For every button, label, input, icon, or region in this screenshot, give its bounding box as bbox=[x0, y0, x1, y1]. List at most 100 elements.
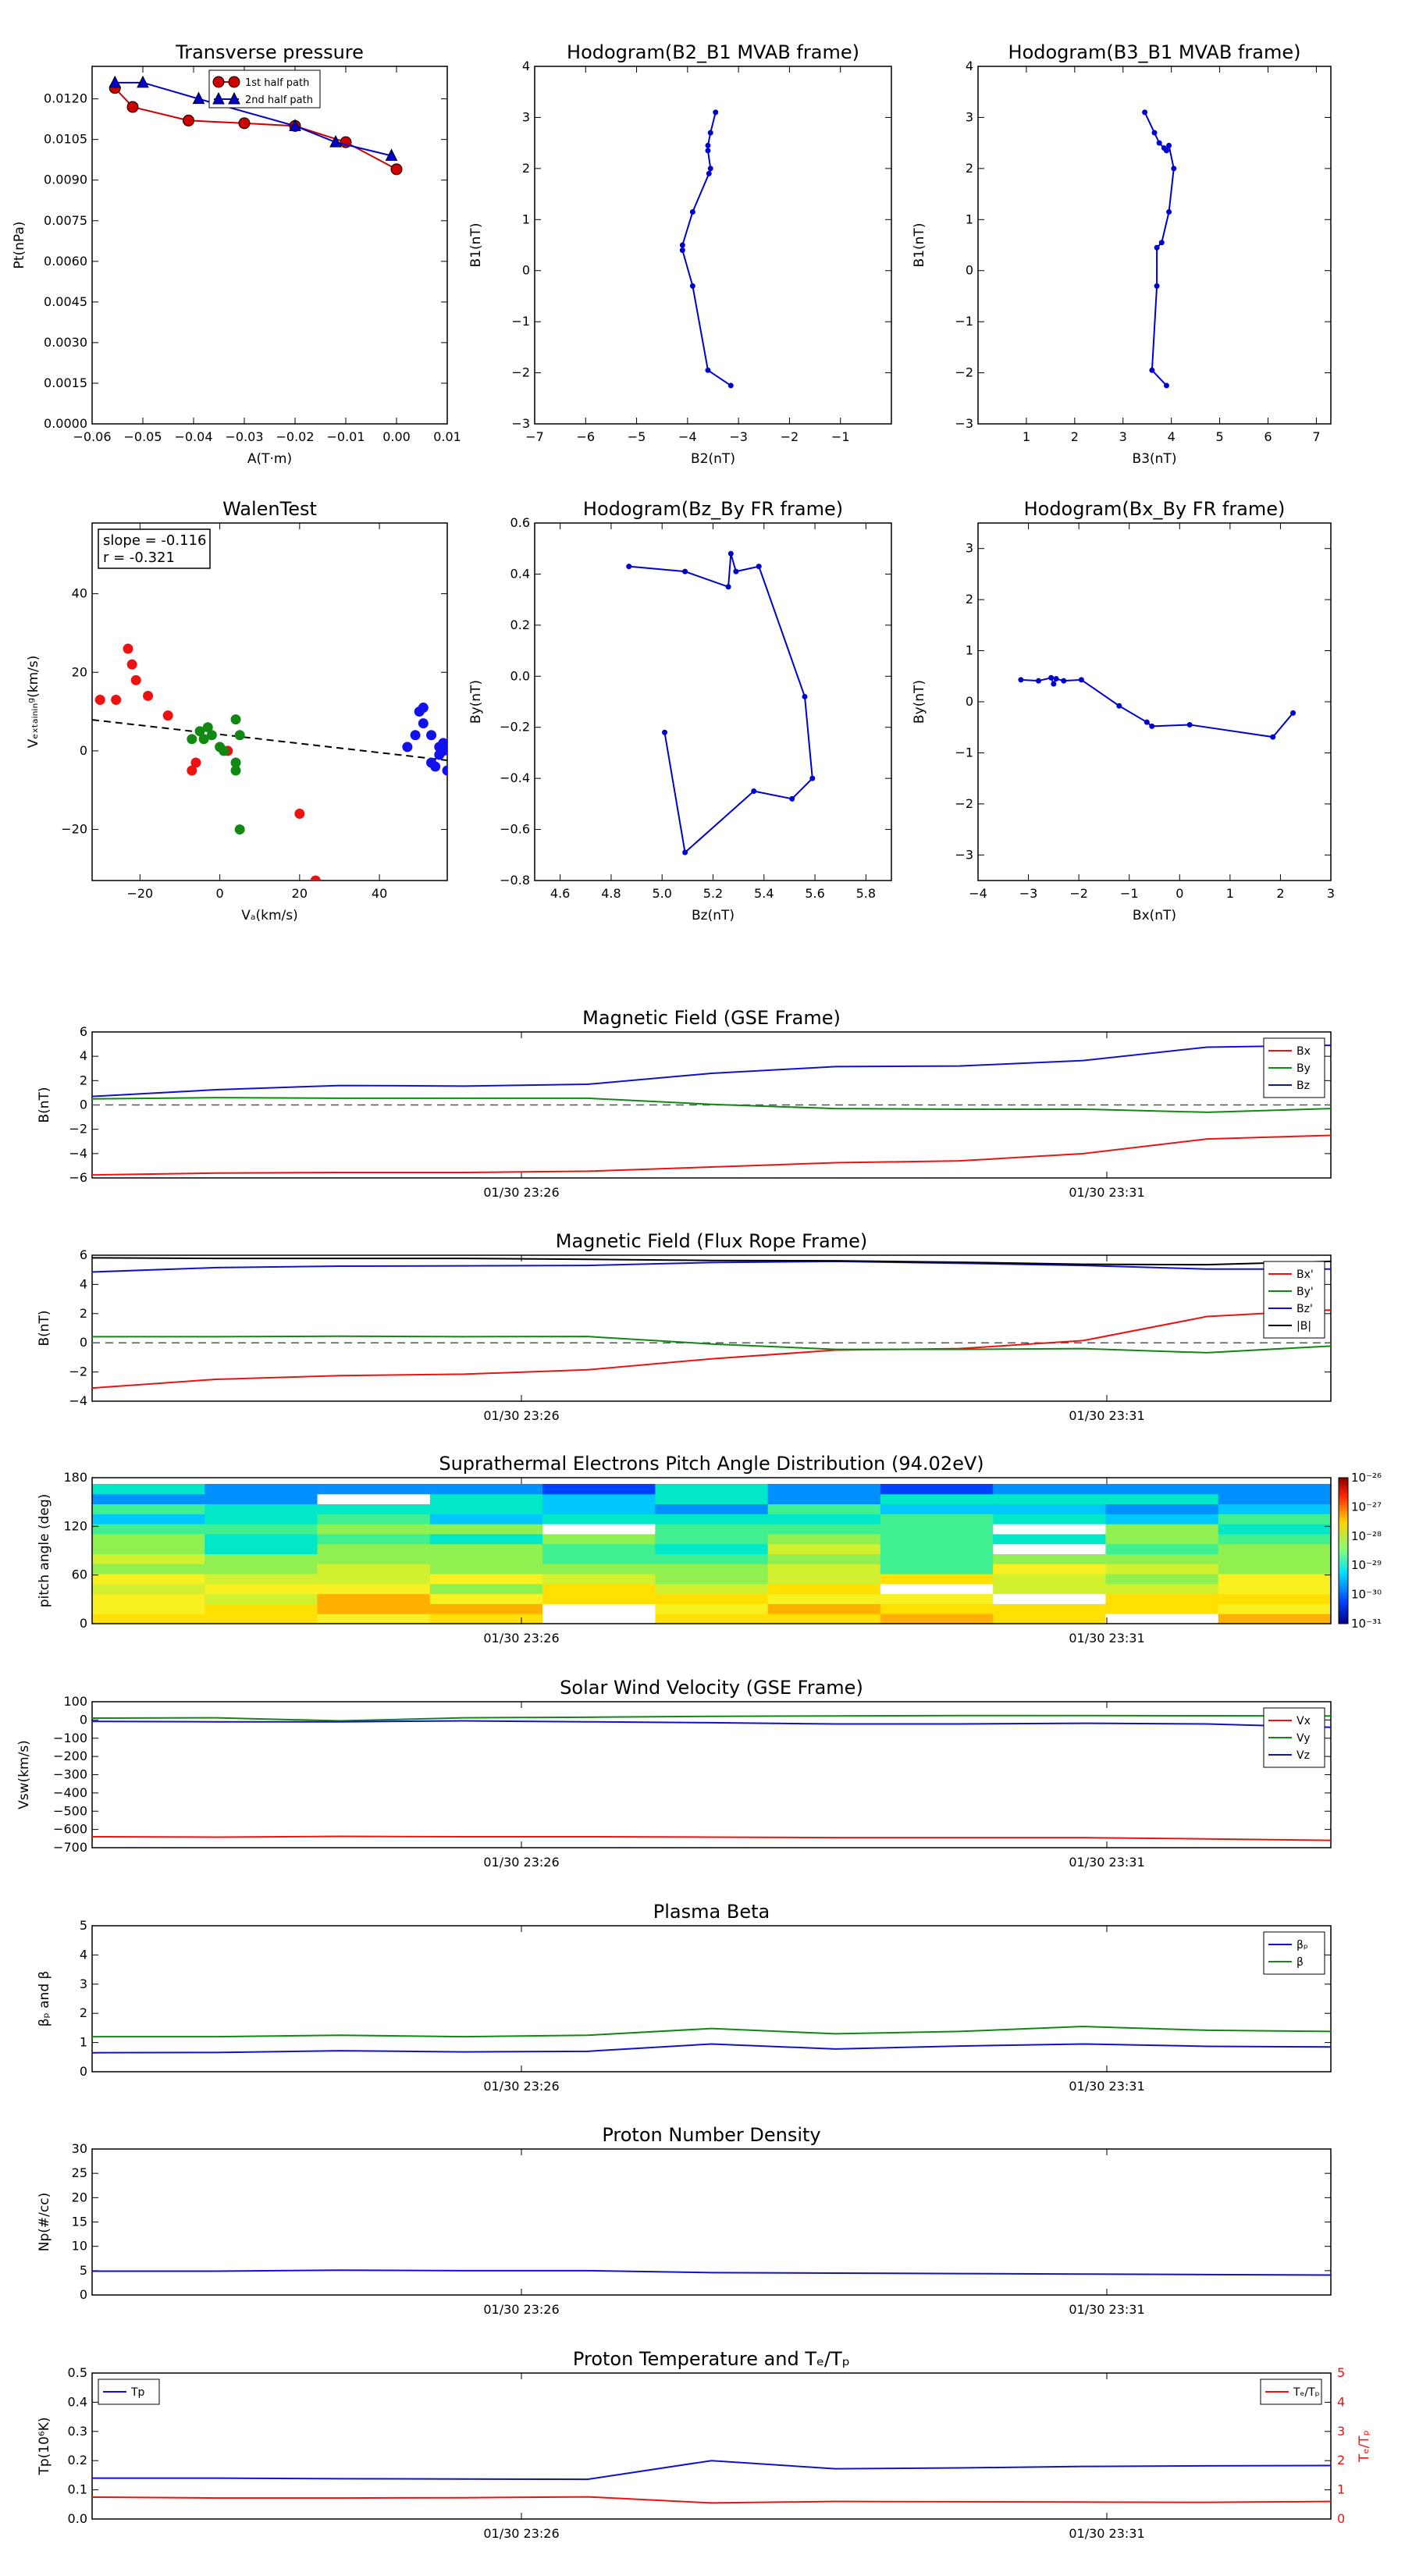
heatmap-cell bbox=[1218, 1564, 1332, 1574]
heatmap-cell bbox=[92, 1574, 205, 1585]
data-point bbox=[1018, 677, 1024, 683]
heatmap-cell bbox=[317, 1553, 431, 1564]
legend-label: By' bbox=[1297, 1286, 1314, 1298]
colorbar-tick-label: 10⁻³¹ bbox=[1351, 1617, 1382, 1631]
data-point bbox=[1171, 165, 1177, 172]
chart-title: Hodogram(B3_B1 MVAB frame) bbox=[1008, 41, 1301, 63]
y-tick-label: 0.0105 bbox=[44, 132, 87, 147]
chart-title: Plasma Beta bbox=[653, 1901, 770, 1923]
data-point bbox=[234, 730, 245, 741]
heatmap-cell bbox=[767, 1564, 881, 1574]
heatmap-cell bbox=[92, 1543, 205, 1554]
data-point bbox=[162, 710, 173, 721]
data-point bbox=[682, 849, 688, 856]
legend-box bbox=[1263, 1931, 1325, 1975]
y-tick-label: −2 bbox=[69, 1364, 87, 1379]
y-tick-label: 0.6 bbox=[510, 515, 530, 530]
time-tick-label: 01/30 23:26 bbox=[483, 1408, 559, 1423]
y-tick-label: 2 bbox=[522, 161, 530, 176]
heatmap-cell bbox=[880, 1553, 994, 1564]
heatmap-cell bbox=[429, 1603, 543, 1614]
heatmap-cell bbox=[880, 1533, 994, 1545]
data-point bbox=[187, 734, 197, 745]
heatmap-cell bbox=[993, 1503, 1106, 1514]
y-tick-label: 3 bbox=[522, 109, 530, 124]
data-point bbox=[1163, 148, 1169, 154]
heatmap-cell bbox=[542, 1484, 656, 1495]
y-tick-label: 25 bbox=[72, 2165, 87, 2180]
heatmap-cell bbox=[1218, 1484, 1332, 1495]
y-tick-label: 10 bbox=[72, 2239, 87, 2254]
heatmap-cell bbox=[205, 1574, 318, 1585]
time-tick-label: 01/30 23:26 bbox=[483, 1631, 559, 1646]
heatmap-cell bbox=[655, 1484, 769, 1495]
y-right-tick-label: 2 bbox=[1337, 2453, 1345, 2467]
x-tick-label: 5.4 bbox=[754, 886, 774, 901]
y-axis-label: B1(nT) bbox=[468, 223, 484, 268]
x-tick-label: −5 bbox=[628, 429, 646, 444]
y-axis-label: Tp(10⁶K) bbox=[37, 2417, 52, 2475]
y-tick-label: 0.3 bbox=[68, 2424, 87, 2439]
heatmap-cell bbox=[205, 1484, 318, 1495]
heatmap-cell bbox=[1218, 1514, 1332, 1525]
heatmap-cell bbox=[993, 1514, 1106, 1525]
heatmap-cell bbox=[205, 1603, 318, 1614]
legend-label: Bz' bbox=[1297, 1303, 1313, 1315]
heatmap-cell bbox=[542, 1543, 656, 1554]
y-tick-label: −700 bbox=[53, 1840, 87, 1855]
y-tick-label: 60 bbox=[72, 1567, 87, 1582]
legend-label: Bx bbox=[1297, 1045, 1311, 1058]
y-tick-label: 1 bbox=[966, 212, 973, 226]
y-tick-label: 3 bbox=[966, 109, 973, 124]
x-tick-label: −1 bbox=[831, 429, 850, 444]
y-tick-label: 0.1 bbox=[68, 2482, 87, 2497]
heatmap-cell bbox=[1105, 1603, 1219, 1614]
heatmap-cell bbox=[1105, 1564, 1219, 1574]
heatmap-cell bbox=[92, 1493, 205, 1505]
data-point bbox=[679, 247, 685, 254]
heatmap-cell bbox=[317, 1583, 431, 1595]
heatmap-cell bbox=[542, 1574, 656, 1585]
heatmap-cell bbox=[880, 1583, 994, 1595]
data-point bbox=[402, 742, 413, 753]
data-point bbox=[1144, 719, 1150, 725]
x-axis-label: B3(nT) bbox=[1133, 451, 1177, 467]
heatmap-cell bbox=[655, 1593, 769, 1604]
x-tick-label: 1 bbox=[1226, 886, 1234, 901]
heatmap-cell bbox=[205, 1503, 318, 1514]
data-point bbox=[682, 568, 688, 575]
y-tick-label: 0.2 bbox=[68, 2453, 87, 2467]
x-tick-label: 2 bbox=[1276, 886, 1284, 901]
heatmap-cell bbox=[317, 1484, 431, 1495]
heatmap-cell bbox=[1105, 1593, 1219, 1604]
chart-title: Hodogram(Bz_By FR frame) bbox=[583, 498, 843, 520]
heatmap-cell bbox=[767, 1524, 881, 1535]
time-tick-label: 01/30 23:26 bbox=[483, 2079, 559, 2094]
data-point bbox=[418, 703, 429, 713]
heatmap-cell bbox=[205, 1533, 318, 1545]
legend-label: |B| bbox=[1297, 1320, 1311, 1332]
y-right-tick-label: 4 bbox=[1337, 2394, 1345, 2409]
y-tick-label: −0.8 bbox=[500, 873, 530, 888]
y-tick-label: 0.0045 bbox=[44, 294, 87, 309]
x-tick-label: −0.02 bbox=[276, 429, 314, 444]
y-tick-label: 1 bbox=[80, 2035, 87, 2050]
data-point bbox=[390, 163, 403, 176]
time-tick-label: 01/30 23:31 bbox=[1069, 1408, 1144, 1423]
y-axis-label: Vsw(km/s) bbox=[16, 1740, 32, 1809]
heatmap-cell bbox=[1105, 1614, 1219, 1624]
data-point bbox=[1151, 130, 1158, 136]
x-axis-label: Bx(nT) bbox=[1133, 908, 1176, 923]
heatmap-cell bbox=[880, 1484, 994, 1495]
colorbar-tick-label: 10⁻²⁶ bbox=[1351, 1471, 1382, 1485]
x-tick-label: −3 bbox=[729, 429, 748, 444]
y-tick-label: 40 bbox=[72, 586, 87, 601]
heatmap-cell bbox=[993, 1533, 1106, 1545]
data-point bbox=[713, 109, 719, 116]
y-tick-label: 0.0030 bbox=[44, 335, 87, 350]
y-tick-label: 2 bbox=[80, 1073, 87, 1087]
data-point bbox=[183, 114, 194, 126]
heatmap-cell bbox=[429, 1493, 543, 1505]
heatmap-cell bbox=[317, 1503, 431, 1514]
heatmap-cell bbox=[767, 1493, 881, 1505]
